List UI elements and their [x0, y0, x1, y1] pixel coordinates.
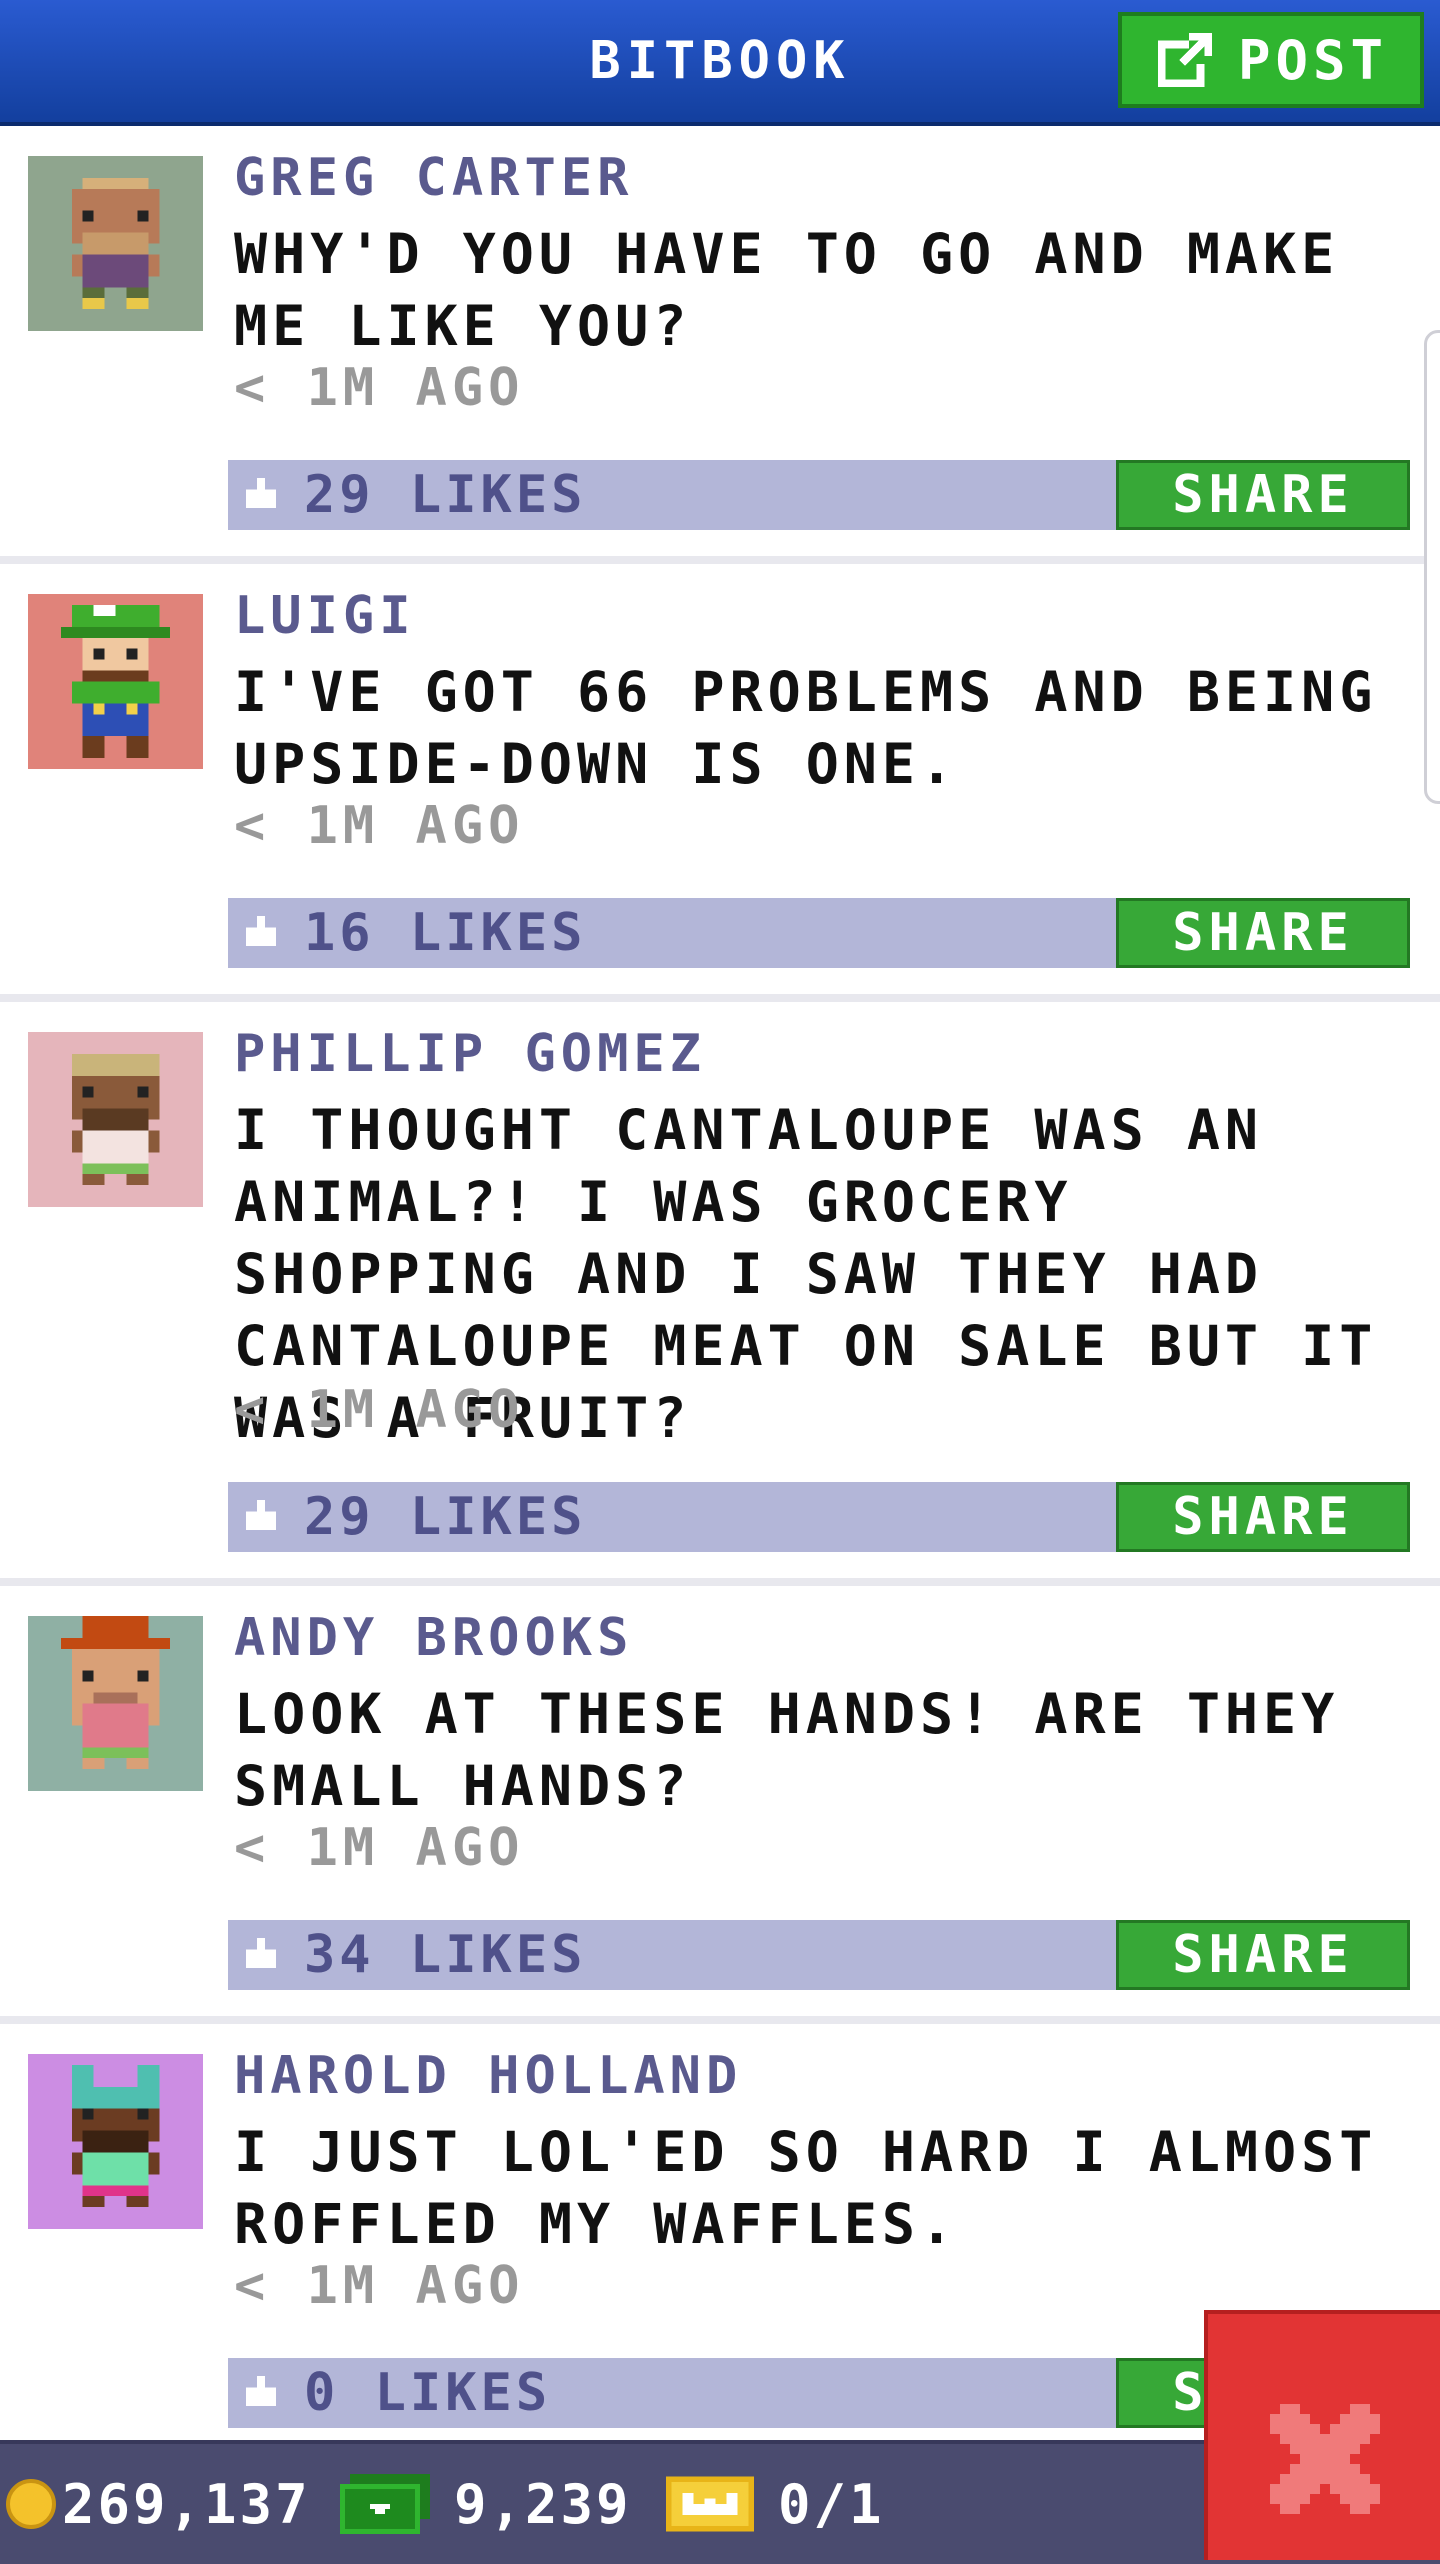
- post-message: WHY'D YOU HAVE TO GO AND MAKE ME LIKE YO…: [234, 222, 1340, 358]
- feed-post: LUIGI I'VE GOT 66 PROBLEMS AND BEING UPS…: [0, 564, 1440, 1002]
- like-count: 29 LIKES: [304, 1487, 587, 1547]
- like-count: 34 LIKES: [304, 1925, 587, 1985]
- share-button[interactable]: SHARE: [1116, 898, 1410, 968]
- post-author[interactable]: HAROLD HOLLAND: [234, 2046, 742, 2106]
- thumbs-up-icon: [245, 916, 277, 947]
- bux-count: 9,239: [454, 2472, 632, 2536]
- coins-stat: 269,137: [6, 2444, 311, 2564]
- post-author[interactable]: LUIGI: [234, 586, 416, 646]
- share-button[interactable]: SHARE: [1116, 1482, 1410, 1552]
- post-time: < 1M AGO: [234, 2256, 525, 2316]
- post-time: < 1M AGO: [234, 1380, 525, 1440]
- post-message: I JUST LOL'ED SO HARD I ALMOST ROFFLED M…: [234, 2120, 1378, 2256]
- feed-post: PHILLIP GOMEZ I THOUGHT CANTALOUPE WAS A…: [0, 1002, 1440, 1586]
- avatar-sprite: [28, 156, 203, 331]
- vip-ticket-icon: [666, 2476, 754, 2532]
- compose-icon: [1157, 32, 1213, 88]
- coin-count: 269,137: [62, 2472, 311, 2536]
- like-count: 0 LIKES: [304, 2363, 552, 2423]
- post-message: LOOK AT THESE HANDS! ARE THEY SMALL HAND…: [234, 1682, 1340, 1818]
- scrollbar[interactable]: [1424, 330, 1440, 804]
- thumbs-up-icon: [245, 478, 277, 509]
- post-button-label: POST: [1237, 28, 1389, 92]
- thumbs-up-icon: [245, 1938, 277, 1969]
- like-bar[interactable]: 29 LIKES SHARE: [228, 1482, 1410, 1552]
- avatar[interactable]: [28, 1032, 203, 1207]
- like-bar[interactable]: 34 LIKES SHARE: [228, 1920, 1410, 1990]
- feed-post: GREG CARTER WHY'D YOU HAVE TO GO AND MAK…: [0, 126, 1440, 564]
- share-button[interactable]: SHARE: [1116, 460, 1410, 530]
- post-message: I'VE GOT 66 PROBLEMS AND BEING UPSIDE-DO…: [234, 660, 1378, 796]
- avatar-sprite: [28, 1616, 203, 1791]
- bux-icon: [340, 2474, 430, 2534]
- thumbs-up-icon: [245, 1500, 277, 1531]
- close-button[interactable]: [1204, 2310, 1440, 2560]
- post-time: < 1M AGO: [234, 1818, 525, 1878]
- share-button[interactable]: SHARE: [1116, 1920, 1410, 1990]
- feed-post: ANDY BROOKS LOOK AT THESE HANDS! ARE THE…: [0, 1586, 1440, 2024]
- coin-icon: [6, 2479, 56, 2529]
- like-count: 16 LIKES: [304, 903, 587, 963]
- post-time: < 1M AGO: [234, 358, 525, 418]
- avatar[interactable]: [28, 594, 203, 769]
- avatar[interactable]: [28, 2054, 203, 2229]
- post-author[interactable]: ANDY BROOKS: [234, 1608, 633, 1668]
- close-icon: [1270, 2404, 1380, 2514]
- avatar-sprite: [28, 2054, 203, 2229]
- thumbs-up-icon: [245, 2376, 277, 2407]
- bux-stat[interactable]: 9,239: [340, 2444, 632, 2564]
- avatar-sprite: [28, 1032, 203, 1207]
- post-button[interactable]: POST: [1118, 12, 1424, 108]
- post-author[interactable]: PHILLIP GOMEZ: [234, 1024, 706, 1084]
- post-author[interactable]: GREG CARTER: [234, 148, 633, 208]
- top-bar: BITBOOK POST: [0, 0, 1440, 126]
- avatar-sprite: [28, 594, 203, 769]
- vip-stat[interactable]: 0/1: [666, 2444, 885, 2564]
- post-time: < 1M AGO: [234, 796, 525, 856]
- vip-count: 0/1: [778, 2472, 885, 2536]
- avatar[interactable]: [28, 1616, 203, 1791]
- like-bar[interactable]: 29 LIKES SHARE: [228, 460, 1410, 530]
- avatar[interactable]: [28, 156, 203, 331]
- like-count: 29 LIKES: [304, 465, 587, 525]
- like-bar[interactable]: 16 LIKES SHARE: [228, 898, 1410, 968]
